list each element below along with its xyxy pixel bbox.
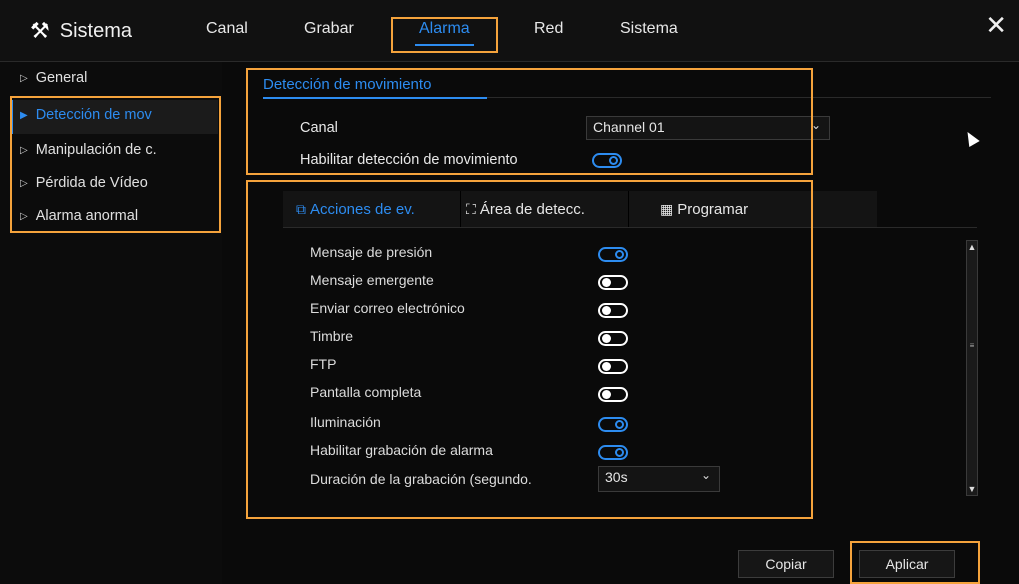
copy-button[interactable]: Copiar xyxy=(738,550,834,578)
enable-motion-label: Habilitar detección de movimiento xyxy=(300,152,518,168)
tab-event-actions-label: Acciones de ev. xyxy=(310,200,415,218)
scrollbar[interactable]: ▲ ≡ ▼ xyxy=(966,240,978,496)
sidebar-active-indicator xyxy=(10,100,13,134)
tab-grabar[interactable]: Grabar xyxy=(304,20,354,38)
toggle-illumination[interactable] xyxy=(598,417,628,432)
sidebar-item-label: Pérdida de Vídeo xyxy=(35,175,148,191)
toggle-send-email[interactable] xyxy=(598,303,628,318)
tab-canal[interactable]: Canal xyxy=(206,20,248,38)
toggle-knob xyxy=(615,448,624,457)
tab-detection-area[interactable]: ⛶ Área de detecc. xyxy=(466,191,585,227)
triangle-right-icon: ▷ xyxy=(20,210,28,222)
toggle-knob xyxy=(615,420,624,429)
tab-alarma[interactable]: Alarma xyxy=(415,20,474,46)
subtab-divider xyxy=(628,191,629,227)
tab-event-actions[interactable]: ⧉ Acciones de ev. xyxy=(296,191,415,227)
tab-alarma-label: Alarma xyxy=(419,20,470,37)
toggle-buzzer[interactable] xyxy=(598,331,628,346)
apply-button[interactable]: Aplicar xyxy=(859,550,955,578)
tab-sistema[interactable]: Sistema xyxy=(620,20,678,38)
event-actions-icon: ⧉ xyxy=(296,200,306,217)
triangle-right-filled-icon: ▶ xyxy=(20,109,28,121)
enable-motion-toggle[interactable] xyxy=(592,153,622,168)
triangle-right-icon: ▷ xyxy=(20,72,28,84)
sidebar-item-video-loss[interactable]: ▷ Pérdida de Vídeo xyxy=(20,175,148,191)
tab-red[interactable]: Red xyxy=(534,20,563,38)
event-label: Habilitar grabación de alarma xyxy=(310,442,493,458)
scroll-down-icon[interactable]: ▼ xyxy=(967,483,977,495)
toggle-popup-message[interactable] xyxy=(598,275,628,290)
sidebar-item-tampering[interactable]: ▷ Manipulación de c. xyxy=(20,142,157,158)
event-label: Pantalla completa xyxy=(310,384,422,400)
close-icon[interactable]: ✕ xyxy=(985,12,1007,38)
event-label: Enviar correo electrónico xyxy=(310,300,465,316)
toggle-ftp[interactable] xyxy=(598,359,628,374)
calendar-icon: ▦ xyxy=(660,200,674,217)
channel-select-value: Channel 01 xyxy=(593,119,665,135)
subtabs-divider xyxy=(283,227,977,228)
tab-schedule[interactable]: ▦ Programar xyxy=(660,191,748,227)
tab-detection-area-label: Área de detecc. xyxy=(479,200,585,218)
scroll-grip-icon[interactable]: ≡ xyxy=(967,341,977,350)
channel-select[interactable]: Channel 01 ⌄ xyxy=(586,116,830,140)
event-label: Iluminación xyxy=(310,414,381,430)
main-panel xyxy=(222,62,1019,584)
toggle-knob xyxy=(602,278,611,287)
tab-schedule-label: Programar xyxy=(677,200,749,218)
detection-area-icon: ⛶ xyxy=(466,200,476,217)
sidebar-item-label: Detección de mov xyxy=(35,107,152,123)
event-label: Timbre xyxy=(310,328,354,344)
toggle-knob xyxy=(609,156,618,165)
toggle-knob xyxy=(602,334,611,343)
duration-label: Duración de la grabación (segundo. xyxy=(310,471,532,487)
toggle-alarm-recording[interactable] xyxy=(598,445,628,460)
sidebar-item-label: General xyxy=(35,70,88,86)
sidebar-item-label: Manipulación de c. xyxy=(35,142,157,158)
section-title-underline xyxy=(263,97,487,99)
tab-red-label: Red xyxy=(534,20,564,37)
sidebar-item-label: Alarma anormal xyxy=(35,208,139,224)
scroll-up-icon[interactable]: ▲ xyxy=(967,241,977,253)
chevron-down-icon: ⌄ xyxy=(700,468,711,482)
sidebar: ▷ General ▶ Detección de mov ▷ Manipulación… xyxy=(0,62,222,584)
app-brand: ⚒ Sistema xyxy=(30,18,132,44)
toggle-knob xyxy=(602,390,611,399)
triangle-right-icon: ▷ xyxy=(20,144,28,156)
sidebar-item-motion-detection[interactable]: ▶ Detección de mov xyxy=(20,107,152,123)
tab-sistema-label: Sistema xyxy=(620,20,678,37)
triangle-right-icon: ▷ xyxy=(20,177,28,189)
section-title[interactable]: Detección de movimiento xyxy=(263,76,431,93)
tab-grabar-label: Grabar xyxy=(304,20,354,37)
sidebar-item-abnormal-alarm[interactable]: ▷ Alarma anormal xyxy=(20,208,138,224)
tools-icon: ⚒ xyxy=(30,18,50,43)
toggle-push-message[interactable] xyxy=(598,247,628,262)
toggle-full-screen[interactable] xyxy=(598,387,628,402)
event-label: FTP xyxy=(310,356,337,372)
event-label: Mensaje de presión xyxy=(310,244,433,260)
active-tab-underline xyxy=(415,44,474,46)
subtab-divider xyxy=(460,191,461,227)
chevron-down-icon: ⌄ xyxy=(810,118,821,132)
tab-canal-label: Canal xyxy=(206,20,248,37)
duration-select[interactable]: 30s ⌄ xyxy=(598,466,720,492)
channel-label: Canal xyxy=(300,120,338,136)
toggle-knob xyxy=(615,250,624,259)
toggle-knob xyxy=(602,362,611,371)
app-title: Sistema xyxy=(59,19,132,42)
event-label: Mensaje emergente xyxy=(310,272,434,288)
sidebar-item-general[interactable]: ▷ General xyxy=(20,70,87,86)
top-bar: ⚒ Sistema Canal Grabar Alarma Red Sistem… xyxy=(0,0,1019,62)
duration-select-value: 30s xyxy=(605,469,628,485)
toggle-knob xyxy=(602,306,611,315)
